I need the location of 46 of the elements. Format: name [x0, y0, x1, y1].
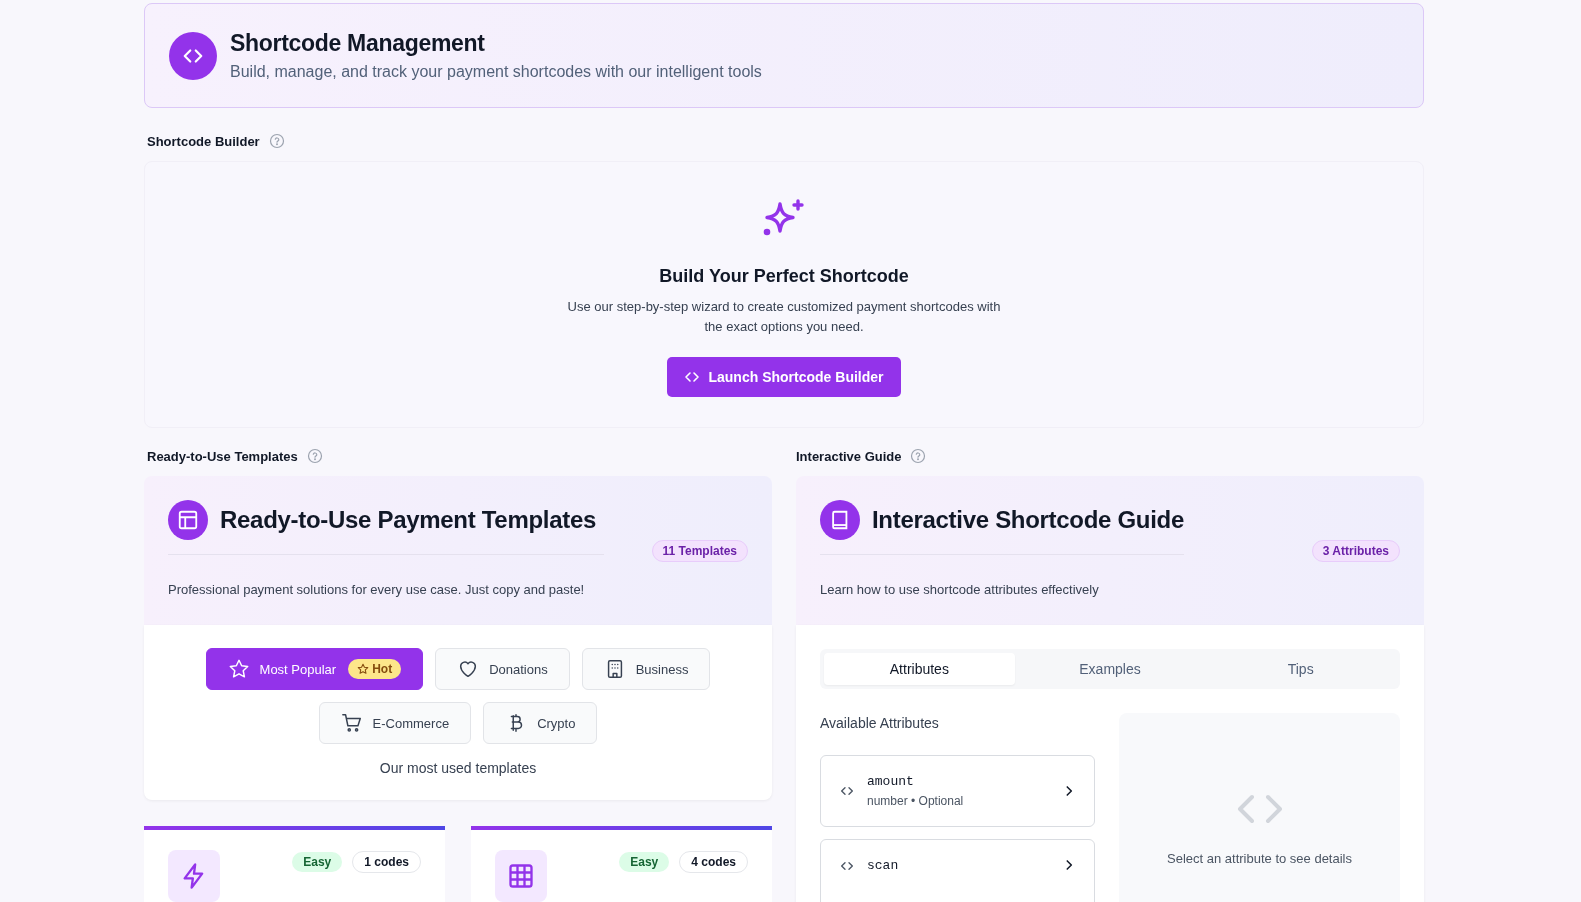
page-title: Shortcode Management — [230, 30, 486, 57]
templates-description: Professional payment solutions for every use case. Just copy and paste! — [168, 582, 586, 597]
help-icon[interactable] — [268, 133, 285, 149]
help-icon[interactable] — [910, 448, 927, 464]
cart-icon — [340, 712, 363, 734]
book-icon — [820, 500, 860, 540]
attribute-name: scan — [867, 858, 900, 873]
category-caption: Our most used templates — [379, 760, 537, 776]
guide-tab[interactable]: Tips — [1205, 653, 1396, 685]
page-subtitle: Build, manage, and track your payment shortcodes with our intelligent tools — [230, 63, 762, 81]
attribute-item[interactable]: amount number • Optional — [820, 755, 1095, 827]
section-label: Ready-to-Use Templates — [147, 448, 298, 464]
help-icon[interactable] — [306, 448, 323, 464]
builder-title: Build Your Perfect Shortcode — [659, 266, 909, 287]
lightning-icon — [168, 850, 220, 902]
category-tab[interactable]: Donations — [435, 648, 570, 690]
templates-title: Ready-to-Use Payment Templates — [220, 506, 596, 534]
attribute-name: amount — [867, 774, 915, 789]
count-badge: 3 Attributes — [1311, 540, 1400, 562]
code-icon — [169, 31, 217, 80]
difficulty-badge: Easy — [292, 852, 343, 872]
empty-message: Select an attribute to see details — [1167, 851, 1352, 866]
builder-description: Use our step-by-step wizard to create customized payment shortcodes with the exact options you need. — [566, 298, 1002, 336]
hot-badge: Hot — [348, 659, 402, 679]
guide-tab[interactable]: Examples — [1014, 653, 1206, 685]
guide-tab[interactable]: Attributes — [824, 653, 1015, 685]
star-icon — [227, 658, 250, 680]
section-label: Interactive Guide — [796, 448, 902, 464]
category-tab[interactable]: Business — [581, 648, 711, 690]
attribute-meta: number • Optional — [867, 794, 965, 808]
template-card[interactable]: Easy 1 codes — [144, 826, 445, 902]
section-label: Shortcode Builder — [147, 133, 260, 149]
category-tab[interactable]: Crypto — [483, 702, 598, 744]
launch-builder-button[interactable]: Launch Shortcode Builder — [667, 357, 901, 397]
category-tab[interactable]: Most Popular Hot — [205, 648, 424, 690]
count-badge: 11 Templates — [651, 540, 748, 562]
attribute-item[interactable]: scan — [820, 839, 1095, 902]
guide-title: Interactive Shortcode Guide — [872, 506, 1184, 534]
code-icon — [684, 369, 701, 385]
guide-description: Learn how to use shortcode attributes effectively — [820, 582, 1100, 597]
attributes-title: Available Attributes — [820, 715, 940, 731]
category-tab[interactable]: E-Commerce — [318, 702, 472, 744]
template-card[interactable]: Easy 4 codes — [471, 826, 772, 902]
difficulty-badge: Easy — [619, 852, 670, 872]
grid-icon — [495, 850, 547, 902]
layout-icon — [168, 500, 208, 540]
